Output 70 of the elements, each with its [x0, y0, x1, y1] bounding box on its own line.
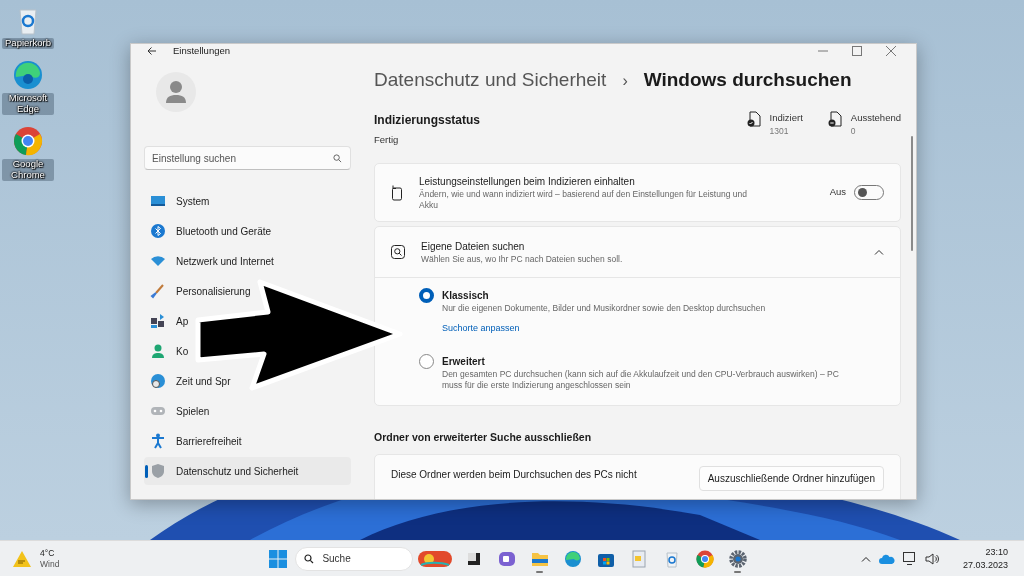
weather-condition: Wind — [40, 558, 60, 569]
status-text: Fertig — [374, 132, 400, 147]
clock-date[interactable]: 27.03.2023 — [962, 558, 1008, 572]
counter-label: Ausstehend — [850, 110, 901, 125]
maximize-icon[interactable] — [852, 46, 862, 57]
sidebar-item[interactable]: Datenschutz und Sicherheit — [144, 457, 351, 486]
back-arrow-icon[interactable] — [147, 46, 157, 57]
breadcrumb-separator: › — [622, 70, 628, 91]
clock-time[interactable]: 23:10 — [962, 545, 1008, 559]
accessibility-icon — [150, 433, 166, 450]
start-icon[interactable] — [269, 549, 288, 568]
settings-search-field[interactable]: Einstellung suchen — [144, 146, 351, 171]
option-label: Klassisch — [442, 289, 490, 303]
setting-title: Eigene Dateien suchen — [421, 239, 526, 254]
page-title: Windows durchsuchen — [643, 68, 852, 93]
sidebar-item[interactable]: System — [144, 187, 214, 216]
section-title: Ordner von erweiterter Suche ausschließen — [374, 430, 593, 446]
chrome-icon[interactable] — [694, 548, 715, 569]
customize-locations-link[interactable]: Suchorte anpassen — [442, 323, 520, 334]
search-placeholder[interactable]: Suche — [322, 551, 351, 566]
setting-description: Ändern, wie und wann indiziert wird – basierend auf den Einstellungen für Leistung und Akku — [419, 188, 748, 212]
setting-description: Diese Ordner werden beim Durchsuchen des PCs nicht — [391, 468, 637, 483]
sidebar-item[interactable]: Bluetooth und Geräte — [144, 217, 276, 246]
sidebar-item[interactable]: Spielen — [144, 397, 214, 426]
breadcrumb-link[interactable]: Datenschutz und Sicherheit — [374, 66, 607, 95]
speaker-icon[interactable] — [924, 552, 939, 565]
add-folders-button[interactable]: Auszuschließende Ordner hinzufügen — [698, 466, 884, 492]
search-icon[interactable] — [304, 553, 315, 564]
toggle-state-label: Aus — [829, 185, 846, 200]
news-widget-icon[interactable] — [417, 548, 454, 569]
avatar-icon — [156, 72, 196, 113]
sidebar-item[interactable]: Ap — [144, 307, 193, 336]
apps-icon — [150, 313, 166, 330]
option-description: Nur die eigenen Dokumente, Bilder und Musikordner sowie den Desktop durchsuchen — [442, 303, 766, 315]
bluetooth-icon — [150, 223, 166, 240]
chevron-up-icon[interactable] — [860, 555, 871, 562]
option-label: Erweitert — [442, 355, 486, 370]
taskbar-search-field[interactable]: Suche — [295, 546, 414, 571]
sidebar-item[interactable]: Netzwerk und Internet — [144, 247, 278, 276]
weather-warning-icon[interactable] — [12, 549, 32, 568]
person-icon — [150, 343, 166, 360]
document-pending-icon — [826, 110, 843, 127]
option-description: Den gesamten PC durchsuchen (kann sich auf die Akkulaufzeit und den CPU-Verbrauch auswirken) – PC muss für die erste Indizierung angeschlossen sein — [442, 369, 840, 392]
radio-button[interactable] — [419, 354, 434, 370]
setting-description: Wählen Sie aus, wo Ihr PC nach Dateien suchen soll. — [421, 253, 623, 265]
radio-button[interactable] — [419, 288, 434, 303]
counter-value: 1301 — [769, 125, 790, 138]
sidebar-item[interactable]: Ko — [144, 337, 193, 366]
edge-icon[interactable] — [12, 58, 44, 91]
sidebar-item[interactable]: Barrierefreiheit — [144, 427, 246, 456]
section-title: Indizierungsstatus — [374, 111, 480, 129]
shield-icon — [150, 463, 166, 480]
chrome-icon[interactable] — [12, 124, 44, 157]
chevron-icon[interactable] — [874, 249, 884, 255]
magnifier-icon — [391, 245, 405, 259]
setting-title: Leistungseinstellungen beim Indizieren einhalten — [419, 174, 636, 189]
gear-icon[interactable] — [727, 548, 748, 569]
document-check-icon — [745, 110, 762, 127]
counter-label: Indiziert — [769, 110, 803, 125]
cloud-icon[interactable] — [878, 553, 895, 564]
scrollbar-thumb[interactable] — [911, 136, 913, 251]
sidebar-item[interactable]: Personalisierung — [144, 277, 255, 306]
window-title: Einstellungen — [173, 44, 231, 58]
brush-icon — [150, 283, 166, 300]
edge-icon[interactable] — [562, 548, 583, 569]
temperature-text: 4°C — [40, 548, 56, 559]
document-refresh-icon — [391, 184, 403, 201]
counter-value: 0 — [850, 125, 857, 138]
sidebar-item[interactable]: Zeit und Spr — [144, 367, 235, 396]
close-icon[interactable] — [886, 46, 896, 57]
